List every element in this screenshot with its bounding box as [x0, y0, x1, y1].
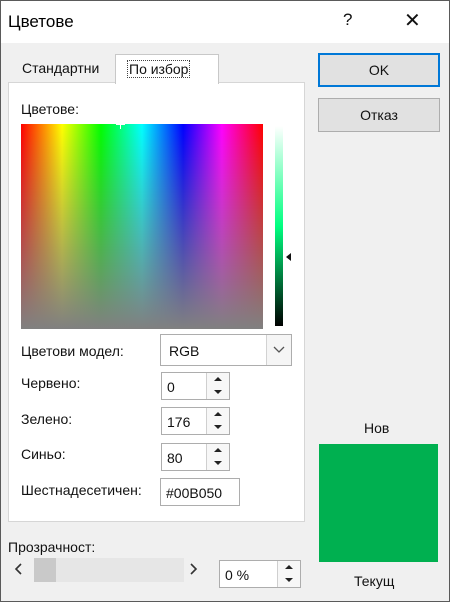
hex-label: Шестнадесетичен:: [21, 482, 142, 498]
spectrum-crosshair[interactable]: [116, 120, 125, 129]
transparency-stepper[interactable]: 0 %: [219, 560, 301, 588]
blue-up-button[interactable]: [207, 444, 229, 458]
luminance-pointer-icon[interactable]: [286, 253, 291, 261]
blue-value[interactable]: 80: [167, 450, 183, 466]
tab-custom[interactable]: По избор: [115, 54, 219, 84]
ok-button[interactable]: OK: [318, 53, 440, 87]
red-value[interactable]: 0: [167, 379, 175, 395]
hex-value[interactable]: #00B050: [166, 485, 222, 501]
color-model-label: Цветови модел:: [21, 343, 124, 359]
spin-down-icon: [285, 578, 293, 582]
red-stepper[interactable]: 0: [161, 372, 230, 400]
green-down-button[interactable]: [207, 421, 229, 434]
spin-up-icon: [214, 448, 222, 452]
dialog-title: Цветове: [8, 12, 74, 31]
red-label: Червено:: [21, 375, 81, 391]
transparency-value[interactable]: 0 %: [225, 567, 249, 583]
blue-down-button[interactable]: [207, 457, 229, 470]
spin-up-icon: [285, 565, 293, 569]
green-up-button[interactable]: [207, 408, 229, 422]
close-icon[interactable]: ✕: [404, 8, 421, 33]
color-model-dropdown-button[interactable]: [266, 335, 291, 365]
blue-label: Синьо:: [21, 446, 66, 462]
green-stepper[interactable]: 176: [161, 407, 230, 435]
transparency-label: Прозрачност:: [8, 539, 96, 555]
new-color-label: Нов: [364, 420, 390, 436]
color-model-value: RGB: [169, 343, 200, 359]
color-spectrum[interactable]: [21, 124, 263, 329]
spin-up-icon: [214, 377, 222, 381]
help-icon[interactable]: ?: [343, 10, 352, 30]
spin-down-icon: [214, 461, 222, 465]
tab-custom-label: По избор: [126, 60, 191, 78]
luminance-bar[interactable]: [275, 126, 283, 326]
red-up-button[interactable]: [207, 373, 229, 387]
blue-stepper[interactable]: 80: [161, 443, 230, 471]
green-value[interactable]: 176: [167, 414, 190, 430]
transparency-slider[interactable]: [34, 558, 184, 582]
transparency-up-button[interactable]: [278, 561, 300, 575]
chevron-left-icon[interactable]: [14, 562, 22, 578]
spin-up-icon: [214, 412, 222, 416]
cancel-button[interactable]: Отказ: [318, 98, 440, 132]
transparency-slider-thumb[interactable]: [34, 558, 56, 582]
color-model-select[interactable]: RGB: [160, 334, 292, 366]
new-color-swatch: [319, 444, 438, 503]
green-label: Зелено:: [21, 411, 73, 427]
tab-standard[interactable]: Стандартни: [14, 54, 122, 82]
red-down-button[interactable]: [207, 386, 229, 399]
spin-down-icon: [214, 390, 222, 394]
colors-label: Цветове:: [21, 101, 79, 117]
tab-standard-label: Стандартни: [22, 60, 100, 76]
chevron-down-icon: [273, 346, 285, 353]
current-color-swatch: [319, 503, 438, 562]
transparency-down-button[interactable]: [278, 574, 300, 587]
chevron-right-icon[interactable]: [190, 562, 198, 578]
hex-input[interactable]: #00B050: [160, 478, 240, 506]
spin-down-icon: [214, 425, 222, 429]
current-color-label: Текущ: [354, 573, 395, 589]
